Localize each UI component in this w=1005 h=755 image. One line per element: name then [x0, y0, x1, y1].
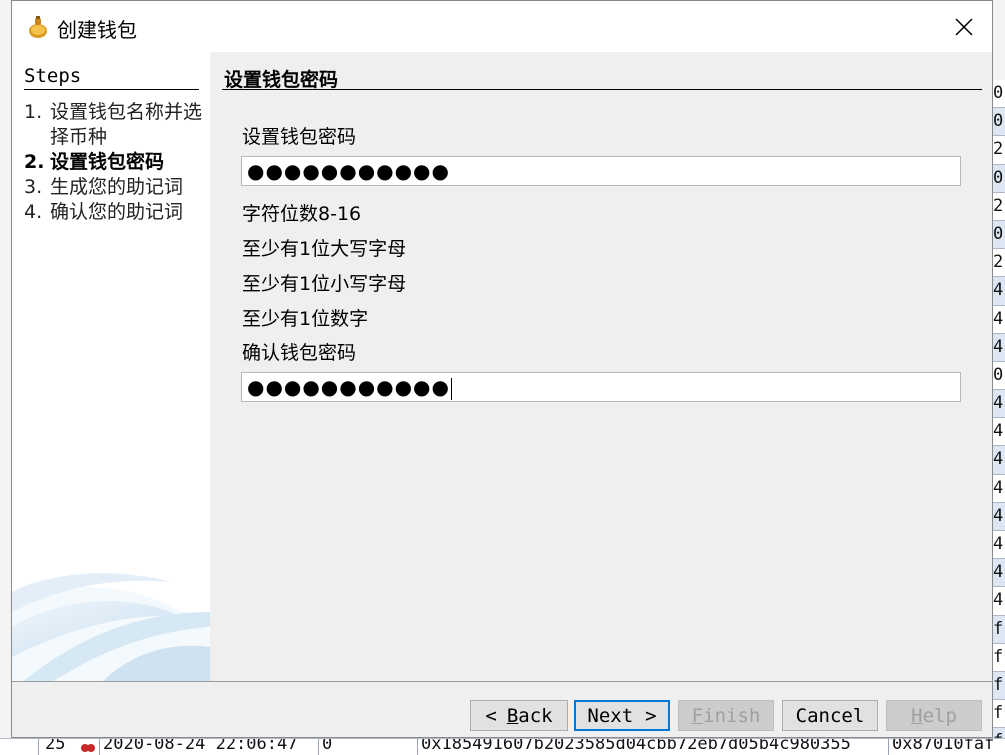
confirm-password-field[interactable]: ●●●●●●●●●●● [241, 372, 961, 402]
background-cell: 4 [993, 446, 1005, 475]
decorative-swoosh [12, 573, 210, 682]
password-label: 设置钱包密码 [242, 126, 357, 148]
background-cell: 4 [993, 333, 1005, 362]
wallet-app-icon [29, 16, 47, 38]
row-timestamp: 2020-08-24 22:06:47 [103, 738, 298, 754]
step-item: 4. 确认您的助记词 [24, 200, 204, 225]
step-label: 生成您的助记词 [50, 176, 184, 198]
password-value: ●●●●●●●●●●● [247, 159, 450, 183]
chevron-right-icon: > [645, 704, 657, 727]
row-address: 0x87010faf [892, 738, 995, 754]
background-cell: 2 [993, 136, 1005, 165]
step-number: 1. [24, 101, 43, 123]
panel-title: 设置钱包密码 [224, 69, 339, 91]
step-label: 确认您的助记词 [50, 201, 184, 223]
footer-divider [12, 681, 992, 682]
background-cell: 4 [993, 531, 1005, 560]
rule-uppercase: 至少有1位大写字母 [242, 238, 407, 260]
dialog-title: 创建钱包 [57, 18, 137, 42]
help-button[interactable]: Help [886, 700, 982, 731]
rule-length: 字符位数8-16 [242, 203, 362, 225]
background-cell: 4 [993, 475, 1005, 503]
step-number: 2. [24, 151, 45, 173]
background-cell: 4 [993, 418, 1005, 447]
step-item: 3. 生成您的助记词 [24, 175, 204, 200]
row-value: 0 [322, 738, 333, 754]
step-item: 2. 设置钱包密码 [24, 150, 204, 175]
row-hash: 0x185491607b2023585d04cbb72eb7d05b4c9803… [421, 738, 851, 754]
background-cell: 2 [993, 249, 1005, 278]
background-cell: f [993, 671, 1005, 701]
step-label: 设置钱包名称并选择币种 [50, 101, 203, 148]
title-bar: 创建钱包 [12, 1, 992, 52]
background-cell: 4 [993, 502, 1005, 531]
steps-list: 1. 设置钱包名称并选择币种 2. 设置钱包密码 3. 生成您的助记词 4. 确认您的助记词 [24, 100, 204, 225]
finish-button[interactable]: Finish [678, 700, 774, 731]
background-cell: 4 [993, 306, 1005, 334]
main-panel: 设置钱包密码 设置钱包密码 ●●●●●●●●●●● 字符位数8-16 至少有1位… [210, 52, 992, 682]
steps-sidebar: Steps 1. 设置钱包名称并选择币种 2. 设置钱包密码 3. 生成您的助记词 4. 确认… [12, 52, 210, 682]
background-cell: 0 [993, 164, 1005, 193]
steps-heading: Steps [24, 65, 82, 87]
background-cell: f [993, 644, 1005, 672]
background-cell: f [993, 615, 1005, 644]
background-cell: 4 [993, 277, 1005, 306]
background-cell: 2 [993, 193, 1005, 221]
close-icon [955, 18, 973, 36]
error-icon [81, 744, 95, 752]
close-button[interactable] [946, 9, 982, 45]
step-number: 3. [24, 176, 43, 198]
next-button[interactable]: Next > [574, 700, 670, 731]
background-cell: 0 [993, 80, 1005, 109]
background-cell: 4 [993, 390, 1005, 419]
step-item: 1. 设置钱包名称并选择币种 [24, 100, 204, 150]
confirm-password-value: ●●●●●●●●●●● [247, 375, 450, 399]
password-field[interactable]: ●●●●●●●●●●● [241, 156, 961, 186]
row-index: 25 [45, 738, 66, 754]
create-wallet-dialog: 创建钱包 Steps 1. 设置钱包名称并选择币种 2. 设置钱包密码 3. 生成您的助记… [11, 0, 993, 738]
cancel-button[interactable]: Cancel [782, 700, 878, 731]
background-cell: 0 [993, 108, 1005, 137]
rule-digit: 至少有1位数字 [242, 308, 369, 330]
chevron-left-icon: < [485, 704, 497, 727]
divider [222, 89, 982, 90]
divider [24, 89, 199, 90]
step-number: 4. [24, 201, 43, 223]
rule-lowercase: 至少有1位小写字母 [242, 273, 407, 295]
confirm-password-label: 确认钱包密码 [242, 342, 357, 364]
background-cell: 4 [993, 559, 1005, 588]
back-button[interactable]: < Back [470, 700, 568, 731]
background-cell: 4 [993, 587, 1005, 616]
text-caret [450, 377, 452, 400]
background-cell: f [993, 700, 1005, 729]
background-table-column: 0020202444044444444ffffff [993, 80, 1005, 740]
background-table-row: 25 2020-08-24 22:06:47 0 0x185491607b202… [0, 738, 1005, 755]
step-label: 设置钱包密码 [50, 151, 165, 173]
background-cell: 0 [993, 220, 1005, 250]
background-cell: 0 [993, 362, 1005, 391]
